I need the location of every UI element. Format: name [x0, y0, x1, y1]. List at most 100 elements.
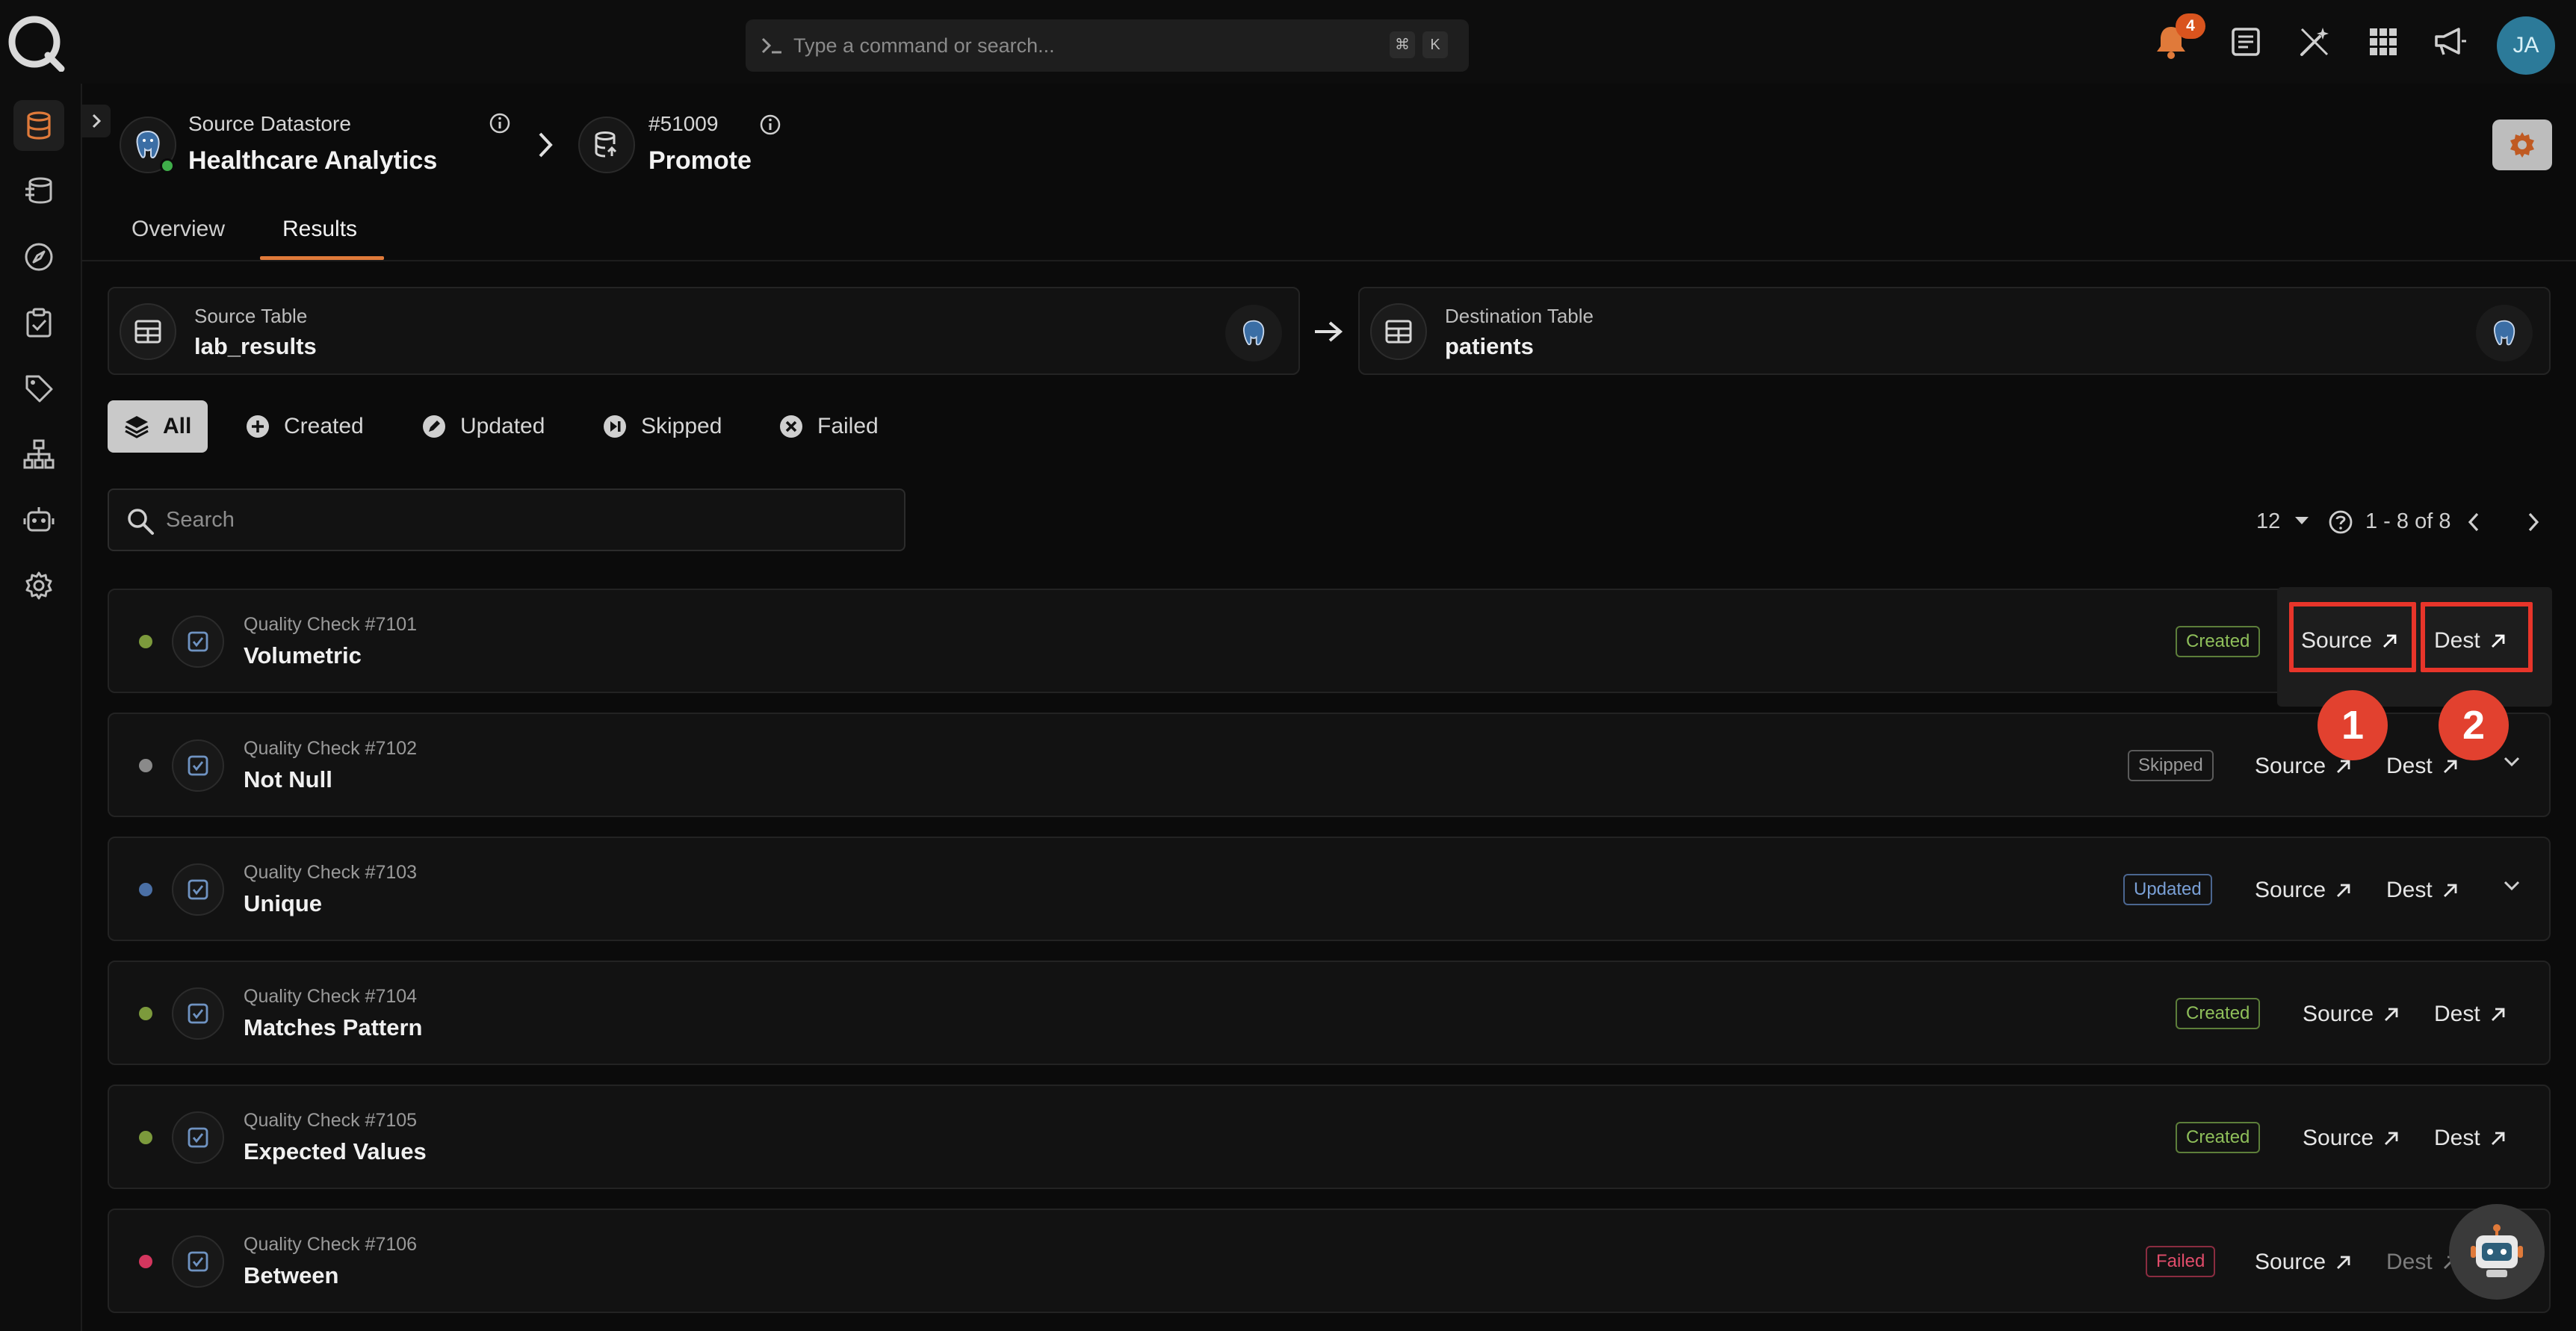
check-icon-circle	[172, 615, 224, 668]
info-icon[interactable]	[489, 112, 511, 134]
source-datastore-name[interactable]: Healthcare Analytics	[188, 146, 437, 176]
status-dot	[139, 1131, 152, 1144]
source-link-button[interactable]: Source	[2255, 869, 2353, 911]
annotation-box-dest	[2421, 602, 2533, 672]
hierarchy-icon	[23, 439, 55, 469]
status-badge: Failed	[2146, 1246, 2216, 1277]
assistant-bot-button[interactable]	[2449, 1204, 2545, 1300]
external-arrow-icon	[2489, 1005, 2507, 1023]
external-arrow-icon	[2383, 1005, 2400, 1023]
dest-link-button[interactable]: Dest	[2434, 993, 2507, 1035]
table-row[interactable]: Quality Check #7101 Volumetric Created	[108, 589, 2551, 693]
chevron-down-icon[interactable]	[2503, 756, 2521, 768]
operation-name: Promote	[648, 146, 752, 175]
dest-link-button[interactable]: Dest	[2386, 869, 2459, 911]
table-icon-circle	[1370, 303, 1427, 360]
dest-link-button[interactable]: Dest	[2434, 1117, 2507, 1159]
apps-grid-icon[interactable]	[2362, 21, 2404, 63]
source-link-button[interactable]: Source	[2303, 993, 2400, 1035]
table-row[interactable]: Quality Check #7102 Not Null Skipped Sou…	[108, 713, 2551, 817]
breadcrumb-chevron-icon	[536, 130, 554, 160]
checkbox-check-icon	[187, 1126, 209, 1149]
chevron-right-icon[interactable]	[2525, 511, 2542, 533]
dest-link-label: Dest	[2434, 1126, 2480, 1150]
status-badge: Created	[2176, 626, 2261, 657]
quality-check-id: Quality Check #7103	[244, 862, 418, 883]
shortcut-key-cmd: ⌘	[1390, 31, 1415, 58]
quality-check-id: Quality Check #7104	[244, 986, 418, 1007]
help-icon[interactable]	[2328, 509, 2353, 535]
clipboard-check-icon	[25, 308, 52, 338]
chevron-right-icon	[90, 113, 102, 129]
annotation-box-source	[2289, 602, 2416, 672]
tab-results[interactable]: Results	[282, 217, 357, 242]
status-dot	[139, 1255, 152, 1268]
sidebar-item-explore[interactable]	[13, 232, 64, 282]
command-search-bar[interactable]: Type a command or search... ⌘ K	[746, 19, 1469, 72]
filter-failed[interactable]: Failed	[762, 400, 895, 453]
external-arrow-icon	[2383, 1129, 2400, 1147]
info-icon[interactable]	[759, 114, 781, 136]
destination-table-card[interactable]: Destination Table patients	[1358, 287, 2551, 375]
external-arrow-icon	[2442, 757, 2459, 775]
sidebar-item-hierarchy[interactable]	[13, 429, 64, 480]
notification-count-badge: 4	[2176, 13, 2205, 39]
quality-check-id: Quality Check #7106	[244, 1234, 418, 1255]
compass-icon	[24, 242, 54, 272]
tab-overview[interactable]: Overview	[131, 217, 225, 242]
database-icon	[25, 111, 52, 140]
caret-down-icon[interactable]	[2294, 515, 2310, 526]
command-placeholder: Type a command or search...	[793, 34, 1055, 57]
quality-check-name: Between	[244, 1262, 339, 1288]
app-logo[interactable]	[6, 12, 66, 72]
settings-button[interactable]	[2492, 120, 2552, 170]
chevron-left-icon[interactable]	[2465, 511, 2482, 533]
filter-failed-label: Failed	[817, 414, 879, 438]
filter-created[interactable]: Created	[229, 400, 380, 453]
check-icon-circle	[172, 739, 224, 792]
filter-skipped[interactable]: Skipped	[586, 400, 738, 453]
status-dot	[139, 1007, 152, 1020]
tag-icon	[24, 373, 54, 403]
megaphone-icon[interactable]	[2430, 21, 2471, 63]
checkbox-check-icon	[187, 878, 209, 901]
table-row[interactable]: Quality Check #7104 Matches Pattern Crea…	[108, 961, 2551, 1065]
user-avatar[interactable]: JA	[2497, 16, 2555, 75]
source-link-button[interactable]: Source	[2303, 1117, 2400, 1159]
operation-id: #51009	[648, 112, 719, 135]
filter-updated[interactable]: Updated	[405, 400, 561, 453]
magic-wand-icon[interactable]	[2294, 21, 2335, 63]
search-icon	[126, 506, 155, 536]
dest-link-button[interactable]: Dest	[2386, 1241, 2459, 1283]
dest-link-label: Dest	[2386, 878, 2433, 902]
sidebar-item-tags[interactable]	[13, 363, 64, 414]
source-table-card[interactable]: Source Table lab_results	[108, 287, 1300, 375]
pagination-range: 1 - 8 of 8	[2365, 509, 2451, 533]
destination-table-label: Destination Table	[1445, 305, 1594, 327]
checkbox-check-icon	[187, 1250, 209, 1273]
table-icon-circle	[120, 303, 176, 360]
layers-icon	[124, 415, 149, 438]
sidebar-item-enrichment[interactable]	[13, 166, 64, 217]
sidebar-item-agents[interactable]	[13, 494, 64, 545]
table-row[interactable]: Quality Check #7106 Between Failed Sourc…	[108, 1209, 2551, 1313]
gear-icon	[2507, 130, 2537, 160]
sidebar-item-settings[interactable]	[13, 560, 64, 611]
dest-link-button[interactable]: Dest	[2386, 745, 2459, 787]
database-stack-icon	[24, 177, 54, 205]
sidebar-item-datastores[interactable]	[13, 100, 64, 151]
chevron-down-icon[interactable]	[2503, 880, 2521, 892]
sidebar-item-checks[interactable]	[13, 297, 64, 348]
rows-per-page-select[interactable]: 12	[2256, 509, 2280, 534]
sidebar-expand-button[interactable]	[82, 105, 111, 137]
filter-updated-label: Updated	[460, 414, 545, 438]
search-input[interactable]	[166, 503, 838, 536]
source-link-button[interactable]: Source	[2255, 1241, 2353, 1283]
check-icon-circle	[172, 1235, 224, 1288]
external-arrow-icon	[2335, 881, 2353, 899]
filter-all[interactable]: All	[108, 400, 208, 453]
external-arrow-icon	[2442, 881, 2459, 899]
document-icon[interactable]	[2225, 21, 2267, 63]
table-row[interactable]: Quality Check #7103 Unique Updated Sourc…	[108, 837, 2551, 941]
table-row[interactable]: Quality Check #7105 Expected Values Crea…	[108, 1085, 2551, 1189]
